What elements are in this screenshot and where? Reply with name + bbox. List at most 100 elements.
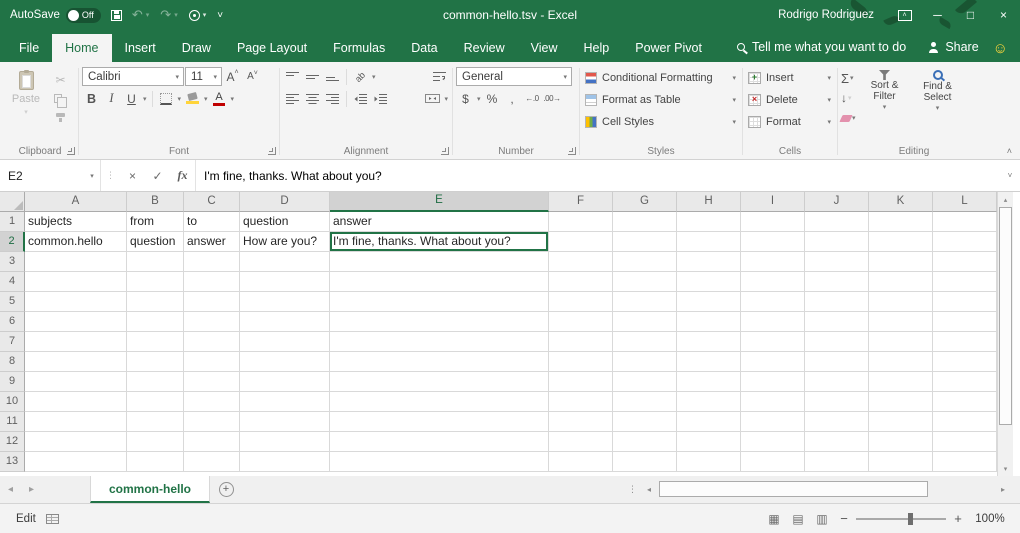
- cell-e1[interactable]: answer: [330, 212, 549, 232]
- align-right-button[interactable]: [323, 89, 342, 108]
- cell-c12[interactable]: [184, 432, 240, 452]
- cell-g11[interactable]: [613, 412, 677, 432]
- italic-button[interactable]: I: [102, 89, 121, 108]
- row-header-3[interactable]: 3: [0, 252, 25, 272]
- cell-d3[interactable]: [240, 252, 330, 272]
- cell-i6[interactable]: [741, 312, 805, 332]
- cell-k1[interactable]: [869, 212, 933, 232]
- cell-a9[interactable]: [25, 372, 127, 392]
- cell-b2[interactable]: question: [127, 232, 184, 252]
- column-header-b[interactable]: B: [127, 192, 184, 212]
- cell-i8[interactable]: [741, 352, 805, 372]
- user-name[interactable]: Rodrigo Rodriguez: [778, 9, 874, 21]
- zoom-slider[interactable]: [856, 518, 946, 520]
- tab-draw[interactable]: Draw: [169, 34, 224, 63]
- alignment-dialog-launcher-icon[interactable]: [441, 147, 449, 155]
- cell-a7[interactable]: [25, 332, 127, 352]
- row-header-7[interactable]: 7: [0, 332, 25, 352]
- cell-h12[interactable]: [677, 432, 741, 452]
- cell-d6[interactable]: [240, 312, 330, 332]
- font-name-select[interactable]: Calibri▾: [82, 67, 184, 86]
- vertical-scroll-thumb[interactable]: [999, 207, 1012, 425]
- tab-help[interactable]: Help: [571, 34, 623, 63]
- cell-h3[interactable]: [677, 252, 741, 272]
- increase-decimal-button[interactable]: ←.0: [523, 89, 542, 108]
- cell-j5[interactable]: [805, 292, 869, 312]
- cell-g5[interactable]: [613, 292, 677, 312]
- cell-l9[interactable]: [933, 372, 997, 392]
- maximize-button[interactable]: □: [954, 0, 987, 30]
- cell-h6[interactable]: [677, 312, 741, 332]
- cell-g7[interactable]: [613, 332, 677, 352]
- decrease-decimal-button[interactable]: .00→: [543, 89, 562, 108]
- format-as-table-button[interactable]: Format as Table▾: [583, 89, 739, 110]
- copy-button[interactable]: ▾: [51, 90, 70, 107]
- cell-a2[interactable]: common.hello: [25, 232, 127, 252]
- cell-e10[interactable]: [330, 392, 549, 412]
- clear-button[interactable]: ▾: [841, 109, 857, 127]
- cell-l1[interactable]: [933, 212, 997, 232]
- font-size-select[interactable]: 11▾: [185, 67, 222, 86]
- page-break-view-button[interactable]: ▥: [810, 509, 834, 529]
- cell-c9[interactable]: [184, 372, 240, 392]
- redo-button[interactable]: ↷▾: [160, 7, 178, 23]
- column-header-g[interactable]: G: [613, 192, 677, 212]
- cell-c5[interactable]: [184, 292, 240, 312]
- page-layout-view-button[interactable]: ▤: [786, 509, 810, 529]
- cell-c3[interactable]: [184, 252, 240, 272]
- vertical-scroll-track[interactable]: [998, 207, 1013, 461]
- cell-b13[interactable]: [127, 452, 184, 472]
- cell-i11[interactable]: [741, 412, 805, 432]
- new-sheet-button[interactable]: +: [210, 476, 242, 503]
- column-header-e[interactable]: E: [330, 192, 549, 212]
- cell-c1[interactable]: to: [184, 212, 240, 232]
- sort-filter-button[interactable]: Sort & Filter▾: [860, 67, 910, 143]
- font-dialog-launcher-icon[interactable]: [268, 147, 276, 155]
- column-header-a[interactable]: A: [25, 192, 127, 212]
- cell-i10[interactable]: [741, 392, 805, 412]
- cell-k7[interactable]: [869, 332, 933, 352]
- cell-j7[interactable]: [805, 332, 869, 352]
- cell-a11[interactable]: [25, 412, 127, 432]
- bottom-align-button[interactable]: [323, 67, 342, 86]
- orientation-button[interactable]: ab: [351, 67, 370, 86]
- cell-g3[interactable]: [613, 252, 677, 272]
- cell-b7[interactable]: [127, 332, 184, 352]
- row-header-10[interactable]: 10: [0, 392, 25, 412]
- percent-style-button[interactable]: %: [483, 89, 502, 108]
- cell-l2[interactable]: [933, 232, 997, 252]
- cell-b8[interactable]: [127, 352, 184, 372]
- column-header-j[interactable]: J: [805, 192, 869, 212]
- tell-me-box[interactable]: Tell me what you want to do: [727, 32, 916, 62]
- cell-a3[interactable]: [25, 252, 127, 272]
- column-header-c[interactable]: C: [184, 192, 240, 212]
- cell-f12[interactable]: [549, 432, 613, 452]
- cell-f10[interactable]: [549, 392, 613, 412]
- cell-l11[interactable]: [933, 412, 997, 432]
- feedback-smiley-icon[interactable]: ☺: [989, 40, 1020, 62]
- name-box[interactable]: E2: [0, 160, 84, 191]
- row-header-2[interactable]: 2: [0, 232, 25, 252]
- ribbon-display-options-button[interactable]: ˄: [888, 0, 921, 30]
- cell-h13[interactable]: [677, 452, 741, 472]
- wrap-text-button[interactable]: [430, 67, 449, 86]
- scroll-right-icon[interactable]: ▸: [994, 485, 1012, 494]
- cell-h2[interactable]: [677, 232, 741, 252]
- undo-button[interactable]: ↶▾: [132, 7, 150, 23]
- cell-k12[interactable]: [869, 432, 933, 452]
- cell-f5[interactable]: [549, 292, 613, 312]
- cell-e2[interactable]: I'm fine, thanks. What about you?: [330, 232, 549, 252]
- zoom-out-button[interactable]: −: [834, 511, 854, 526]
- cell-j6[interactable]: [805, 312, 869, 332]
- column-header-i[interactable]: I: [741, 192, 805, 212]
- enter-button[interactable]: ✓: [145, 160, 170, 191]
- horizontal-scroll-thumb[interactable]: [659, 481, 928, 497]
- cell-k3[interactable]: [869, 252, 933, 272]
- row-header-4[interactable]: 4: [0, 272, 25, 292]
- clipboard-dialog-launcher-icon[interactable]: [67, 147, 75, 155]
- cell-h7[interactable]: [677, 332, 741, 352]
- cell-g6[interactable]: [613, 312, 677, 332]
- formula-bar-expand-icon[interactable]: ˅: [1000, 160, 1020, 191]
- cell-h1[interactable]: [677, 212, 741, 232]
- sheet-nav-left-icon[interactable]: ◂: [0, 476, 21, 503]
